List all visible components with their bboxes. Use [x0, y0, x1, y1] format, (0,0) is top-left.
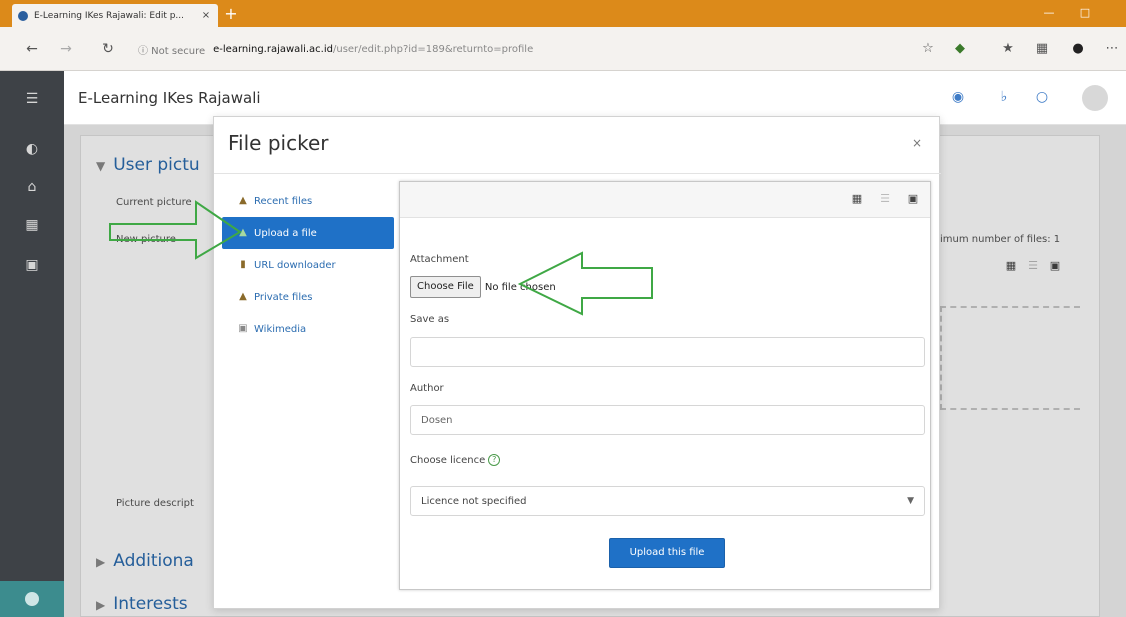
favorite-star-icon[interactable]: ☆	[918, 39, 938, 59]
browser-tabstrip: E-Learning IKes Rajawali: Edit p... × + …	[0, 0, 1126, 27]
chevron-down-icon: ▼	[907, 496, 914, 506]
tab-close-icon[interactable]: ×	[200, 10, 212, 21]
repo-item-private-files[interactable]: ▲ Private files	[222, 281, 394, 313]
upload-this-file-button[interactable]: Upload this file	[609, 538, 725, 568]
url-path: /user/edit.php?id=189&returnto=profile	[332, 43, 534, 55]
save-as-label: Save as	[410, 314, 450, 325]
upload-panel: ▦ ☰ ▣ Attachment Choose File No file cho…	[399, 181, 931, 590]
language-globe-icon[interactable]: ◉	[948, 87, 968, 107]
not-secure-indicator[interactable]: ⓘ Not secure	[138, 42, 205, 57]
file-picker-dialog: File picker × ▲ Recent files ▲ Upload a …	[213, 116, 941, 609]
choose-licence-text: Choose licence	[410, 455, 486, 466]
new-tab-button[interactable]: +	[222, 5, 240, 23]
author-input[interactable]: Dosen	[410, 405, 925, 435]
url-downloader-icon: ▮	[240, 259, 246, 270]
file-input[interactable]: Choose File No file chosen	[410, 274, 556, 300]
dialog-title: File picker	[228, 131, 329, 155]
upload-icon: ▲	[239, 227, 247, 238]
repo-item-label: Upload a file	[254, 227, 317, 239]
repo-item-label: Recent files	[254, 195, 313, 207]
minimize-icon[interactable]: —	[1038, 4, 1060, 22]
messages-icon[interactable]: ○	[1032, 87, 1052, 107]
view-buttons: ▦ ☰ ▣	[850, 192, 920, 206]
save-as-input[interactable]	[410, 337, 925, 367]
site-name[interactable]: E-Learning IKes Rajawali	[78, 89, 261, 107]
recent-files-icon: ▲	[239, 195, 247, 206]
tab-title: E-Learning IKes Rajawali: Edit p...	[34, 10, 185, 21]
repo-item-label: Wikimedia	[254, 323, 307, 335]
browser-toolbar: ← → ↻ ⓘ Not secure e-learning.rajawali.a…	[0, 27, 1126, 71]
more-options-icon[interactable]: ⋯	[1102, 39, 1122, 59]
author-label: Author	[410, 383, 444, 394]
address-bar[interactable]: ⓘ Not secure e-learning.rajawali.ac.id /…	[138, 40, 533, 58]
repo-item-recent-files[interactable]: ▲ Recent files	[222, 185, 394, 217]
notification-bell-icon[interactable]: ♭	[994, 87, 1014, 107]
private-files-nav-icon[interactable]: ▣	[22, 255, 42, 275]
no-file-chosen-text: No file chosen	[484, 281, 556, 293]
hamburger-menu-icon[interactable]: ☰	[22, 89, 42, 109]
reload-icon[interactable]: ↻	[98, 39, 118, 59]
repo-item-url-downloader[interactable]: ▮ URL downloader	[222, 249, 394, 281]
calendar-icon[interactable]: ▦	[22, 215, 42, 235]
user-avatar[interactable]	[1082, 85, 1108, 111]
licence-selected-value: Licence not specified	[421, 495, 527, 507]
user-status-icon	[25, 592, 39, 606]
back-icon[interactable]: ←	[22, 39, 42, 59]
nav-drawer-footer[interactable]	[0, 581, 64, 617]
repo-item-wikimedia[interactable]: ▣ Wikimedia	[222, 313, 394, 345]
url-host: e-learning.rajawali.ac.id	[213, 43, 333, 55]
browser-tab[interactable]: E-Learning IKes Rajawali: Edit p... ×	[12, 4, 218, 27]
dashboard-icon[interactable]: ◐	[22, 139, 42, 159]
attachment-label: Attachment	[410, 254, 469, 265]
collections-icon[interactable]: ▦	[1032, 39, 1052, 59]
repo-item-label: URL downloader	[254, 259, 336, 271]
licence-select[interactable]: Licence not specified ▼	[410, 486, 925, 516]
maximize-icon[interactable]: □	[1074, 4, 1096, 22]
repo-item-label: Private files	[254, 291, 313, 303]
extension-icon[interactable]: ◆	[950, 39, 970, 59]
forward-icon[interactable]: →	[56, 39, 76, 59]
dialog-divider	[214, 173, 941, 174]
private-files-icon: ▲	[239, 291, 247, 302]
nav-drawer: ☰ ◐ ⌂ ▦ ▣	[0, 71, 64, 617]
wikimedia-icon: ▣	[238, 323, 248, 334]
folder-view-icon[interactable]: ▣	[906, 192, 920, 206]
site-favicon-icon	[18, 10, 28, 21]
repo-item-upload-a-file[interactable]: ▲ Upload a file	[222, 217, 394, 249]
repository-list: ▲ Recent files ▲ Upload a file ▮ URL dow…	[222, 185, 394, 345]
profile-icon[interactable]: ●	[1068, 39, 1088, 59]
panel-toolbar: ▦ ☰ ▣	[400, 182, 930, 218]
grid-view-icon[interactable]: ▦	[850, 192, 864, 206]
close-icon[interactable]: ×	[909, 135, 925, 151]
list-view-icon[interactable]: ☰	[878, 192, 892, 206]
help-icon[interactable]: ?	[488, 454, 501, 466]
favorites-icon[interactable]: ★	[998, 39, 1018, 59]
screen: E-Learning IKes Rajawali: Edit p... × + …	[0, 0, 1126, 617]
choose-file-button[interactable]: Choose File	[410, 276, 481, 298]
choose-licence-label: Choose licence?	[410, 454, 501, 466]
home-icon[interactable]: ⌂	[22, 177, 42, 197]
